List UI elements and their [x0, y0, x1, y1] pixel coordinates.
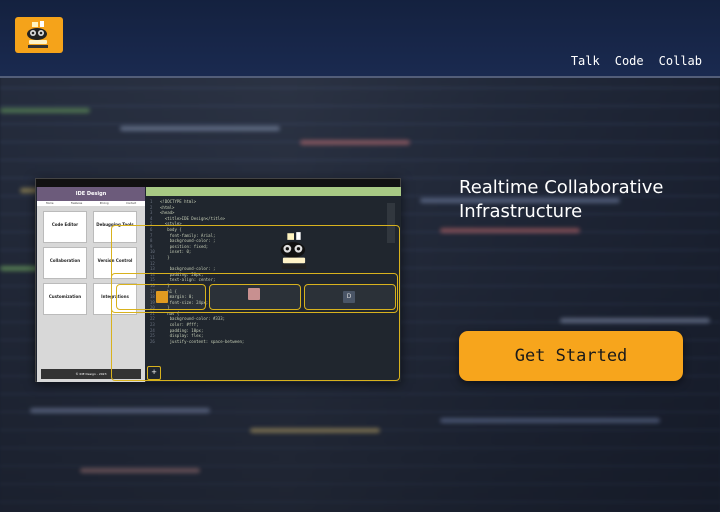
user-photo-avatar: [248, 288, 260, 300]
preview-editor-tab: [146, 187, 401, 196]
add-collaborator-button[interactable]: +: [147, 366, 161, 380]
hero-headline: Realtime Collaborative Infrastructure: [459, 176, 709, 224]
preview-nav-item: Pricing: [99, 202, 109, 205]
logo[interactable]: [15, 17, 63, 53]
ide-preview-screenshot: IDE Design Home Features Pricing Contact…: [35, 178, 401, 382]
hero-title-line2: Infrastructure: [459, 201, 583, 222]
collab-user-card[interactable]: [116, 284, 206, 310]
android-avatar-icon: [156, 291, 168, 303]
preview-window-titlebar: [36, 179, 400, 187]
robot-mascot-icon: [27, 21, 48, 48]
site-header: Talk Code Collab: [0, 0, 720, 78]
preview-nav-item: Home: [45, 202, 54, 205]
get-started-button[interactable]: Get Started: [459, 331, 683, 381]
preview-card: Collaboration: [43, 247, 87, 279]
hero-title-line1: Realtime Collaborative: [459, 177, 664, 198]
preview-page-nav: Home Features Pricing Contact: [37, 201, 145, 206]
collab-user-card[interactable]: [209, 284, 301, 310]
preview-nav-item: Features: [71, 202, 83, 205]
preview-card: Customization: [43, 283, 87, 315]
collab-user-card[interactable]: D: [304, 284, 396, 310]
preview-card: Code Editor: [43, 211, 87, 243]
top-nav: Talk Code Collab: [571, 54, 702, 68]
nav-link-collab[interactable]: Collab: [659, 54, 702, 68]
preview-page-title: IDE Design: [37, 187, 145, 201]
nav-link-talk[interactable]: Talk: [571, 54, 600, 68]
user-initial-avatar: D: [343, 291, 355, 303]
preview-nav-item: Contact: [126, 202, 137, 205]
nav-link-code[interactable]: Code: [615, 54, 644, 68]
